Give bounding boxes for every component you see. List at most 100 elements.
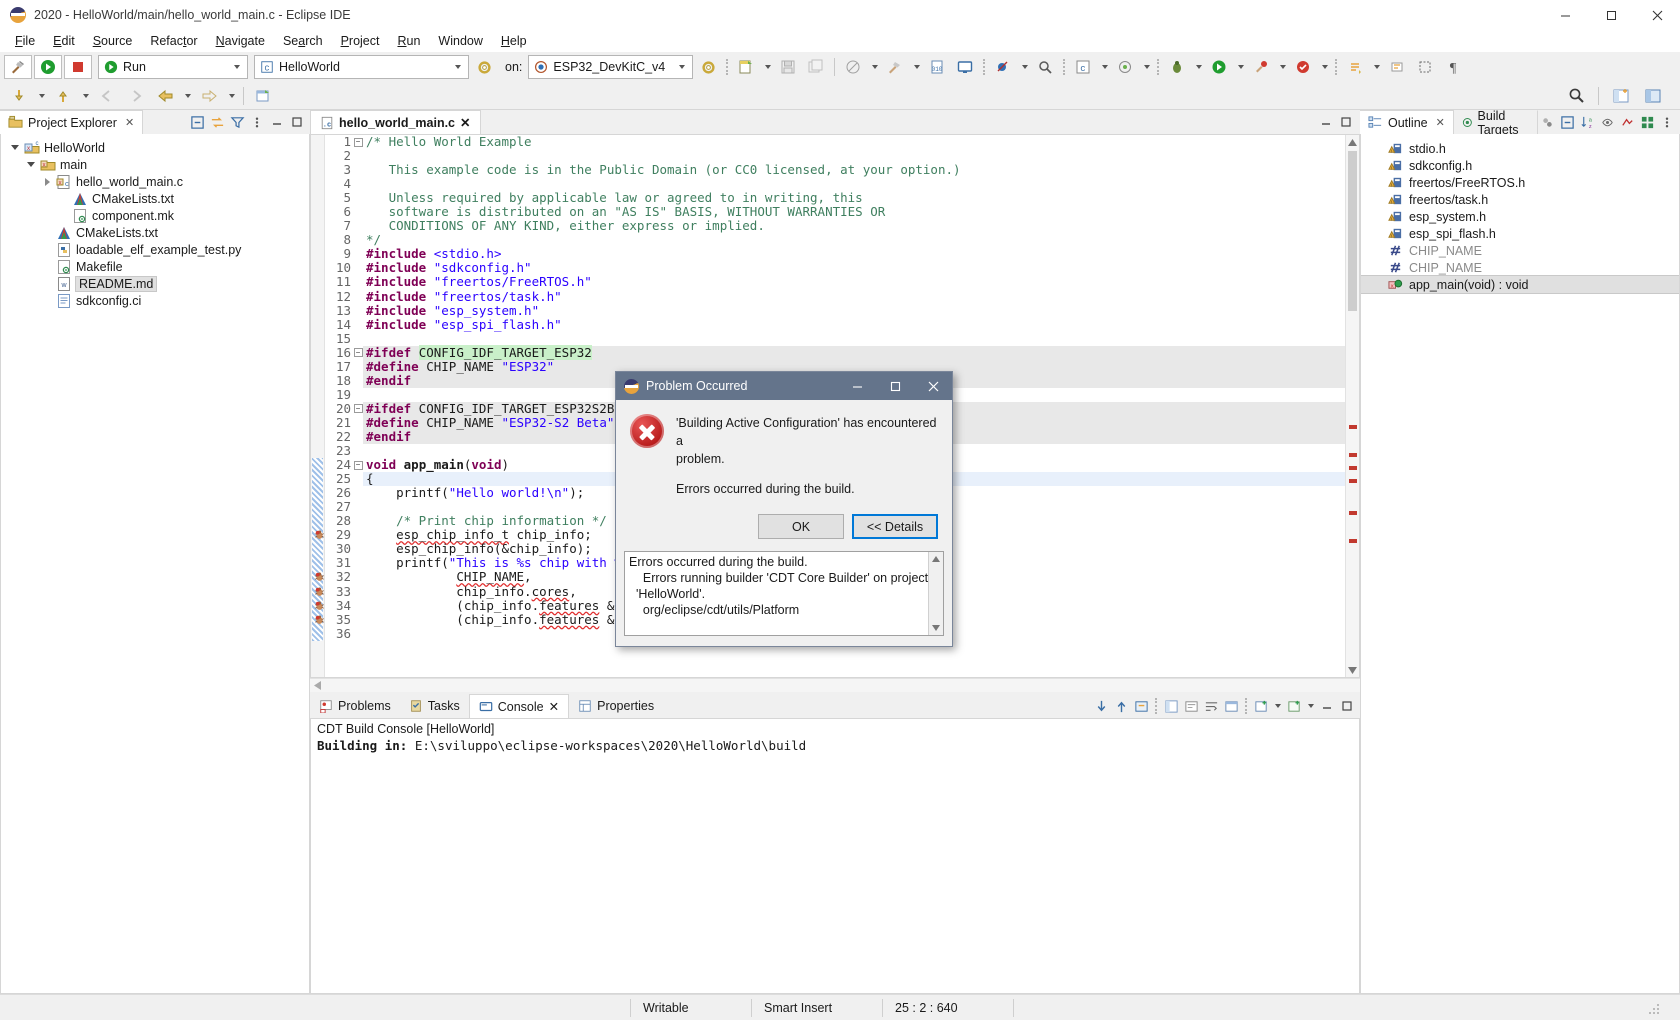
dialog-maximize-button[interactable] (876, 372, 914, 400)
menu-run[interactable]: Run (388, 32, 429, 50)
status-resize-grip[interactable] (1636, 995, 1674, 1021)
step-return-icon[interactable] (50, 84, 76, 108)
menu-navigate[interactable]: Navigate (207, 32, 274, 50)
error-overview-marker[interactable] (1349, 466, 1357, 470)
code-line[interactable]: #include <stdio.h> (363, 247, 1359, 261)
code-line[interactable]: #include "esp_system.h" (363, 303, 1359, 318)
editor-horizontal-scrollbar[interactable] (310, 678, 1360, 692)
run-last-icon[interactable] (1206, 55, 1232, 79)
dialog-close-button[interactable] (914, 372, 952, 400)
scroll-up-icon[interactable] (929, 552, 943, 566)
skip-breakpoints-icon[interactable] (990, 55, 1016, 79)
maximize-editor-icon[interactable] (1338, 114, 1354, 130)
editor-scroll-thumb[interactable] (1348, 151, 1357, 311)
tree-item-loadable-elf-example-test-py[interactable]: loadable_elf_example_test.py (1, 241, 309, 258)
build-hammer2-icon[interactable] (882, 55, 908, 79)
clear-console-icon[interactable] (1182, 697, 1200, 715)
menu-search[interactable]: Search (274, 32, 332, 50)
menu-window[interactable]: Window (429, 32, 491, 50)
external-tools-dropdown-icon[interactable] (1276, 55, 1288, 79)
open-element-icon[interactable] (1112, 55, 1138, 79)
outline-filter-icon[interactable] (1638, 113, 1656, 131)
new-editor-icon[interactable] (250, 84, 276, 108)
editor-vertical-scrollbar[interactable] (1345, 135, 1359, 677)
view-menu-icon[interactable] (248, 113, 266, 131)
chevron-down-icon[interactable] (227, 65, 245, 69)
dialog-minimize-button[interactable] (838, 372, 876, 400)
console-body[interactable]: CDT Build Console [HelloWorld] Building … (310, 718, 1360, 994)
hide-fields-icon[interactable] (1538, 113, 1556, 131)
word-wrap-icon[interactable] (1202, 697, 1220, 715)
minimize-view-icon[interactable] (268, 113, 286, 131)
hide-non-public-icon[interactable] (1598, 113, 1616, 131)
hide-static-icon[interactable] (1618, 113, 1636, 131)
tree-item-main[interactable]: x main (1, 156, 309, 173)
next-annotation-dropdown-icon[interactable] (1370, 55, 1382, 79)
back-navigate-icon[interactable] (152, 84, 178, 108)
run-last-dropdown-icon[interactable] (1234, 55, 1246, 79)
tab-outline[interactable]: Outline ✕ (1360, 110, 1454, 134)
close-button[interactable] (1634, 0, 1680, 30)
fold-collapse-icon[interactable]: − (353, 458, 363, 472)
forward-navigate-dropdown-icon[interactable] (225, 84, 237, 108)
close-icon[interactable]: ✕ (460, 115, 470, 130)
error-overview-marker[interactable] (1349, 479, 1357, 483)
back-navigate-dropdown-icon[interactable] (181, 84, 193, 108)
scroll-down-icon[interactable] (1346, 663, 1359, 677)
fold-collapse-icon[interactable]: − (353, 346, 363, 360)
close-icon[interactable]: ✕ (1436, 116, 1445, 129)
perspective-open-icon[interactable] (1608, 84, 1634, 108)
tab-console[interactable]: Console ✕ (468, 694, 570, 718)
tab-hello-world-main-c[interactable]: .c hello_world_main.c ✕ (310, 110, 481, 134)
details-button[interactable]: << Details (852, 514, 938, 539)
show-console-view-icon[interactable] (1222, 697, 1240, 715)
scroll-to-bottom-icon[interactable] (1092, 697, 1110, 715)
outline-item-freertos-task-h[interactable]: ! freertos/task.h (1361, 191, 1679, 208)
new-console-view-icon[interactable] (1252, 697, 1270, 715)
maximize-button[interactable] (1588, 0, 1634, 30)
sort-alphabetically-icon[interactable]: az (1578, 113, 1596, 131)
tree-item-helloworld[interactable]: x c HelloWorld (1, 139, 309, 156)
code-line[interactable]: This example code is in the Public Domai… (363, 163, 1359, 177)
run-button[interactable] (34, 55, 62, 79)
display-selected-dropdown-icon[interactable] (1305, 697, 1316, 715)
outline-item-app-main-void-void[interactable]: x app_main(void) : void (1361, 275, 1679, 294)
error-overview-marker[interactable] (1349, 511, 1357, 515)
error-bug-icon[interactable] (314, 571, 325, 585)
launch-config-combo[interactable]: c HelloWorld (254, 55, 469, 79)
tab-properties[interactable]: Properties (569, 694, 664, 718)
code-line[interactable] (363, 332, 1359, 346)
step-into-dropdown-icon[interactable] (35, 84, 47, 108)
fold-collapse-icon[interactable]: − (353, 135, 363, 149)
save-all-icon[interactable] (803, 55, 829, 79)
outline-item-chip-name[interactable]: CHIP_NAME (1361, 259, 1679, 276)
display-selected-console-icon[interactable] (1285, 697, 1303, 715)
problem-occurred-dialog[interactable]: Problem Occurred 'Building Active Config… (615, 371, 953, 647)
menu-file[interactable]: File (6, 32, 44, 50)
dialog-details-panel[interactable]: Errors occurred during the build. Errors… (624, 551, 944, 636)
perspective-cdt-icon[interactable] (1640, 84, 1666, 108)
close-icon[interactable]: ✕ (549, 699, 559, 714)
chevron-right-icon[interactable] (39, 177, 55, 186)
open-type-icon[interactable]: c (1070, 55, 1096, 79)
tree-item-makefile[interactable]: Makefile (1, 258, 309, 275)
tree-item-hello-world-main-c[interactable]: x c hello_world_main.c (1, 173, 309, 190)
pin-console-icon[interactable] (1162, 697, 1180, 715)
maximize-console-icon[interactable] (1338, 697, 1356, 715)
menu-refactor[interactable]: Refactor (141, 32, 206, 50)
menu-project[interactable]: Project (332, 32, 389, 50)
menu-edit[interactable]: Edit (44, 32, 84, 50)
error-overview-marker[interactable] (1349, 425, 1357, 429)
outline-item-chip-name[interactable]: CHIP_NAME (1361, 242, 1679, 259)
editor-fold-bar[interactable]: − − − − (353, 135, 363, 677)
error-bug-icon[interactable] (314, 600, 325, 614)
close-icon[interactable]: ✕ (125, 116, 134, 129)
error-overview-marker[interactable] (1349, 539, 1357, 543)
code-line[interactable]: software is distributed on an "AS IS" BA… (363, 205, 1359, 219)
outline-item-esp-spi-flash-h[interactable]: ! esp_spi_flash.h (1361, 225, 1679, 242)
error-bug-icon[interactable] (314, 529, 325, 543)
code-line[interactable]: Unless required by applicable law or agr… (363, 191, 1359, 205)
outline-item-stdio-h[interactable]: ! stdio.h (1361, 140, 1679, 157)
code-line[interactable]: */ (363, 233, 1359, 247)
view-menu-icon[interactable] (1658, 113, 1676, 131)
